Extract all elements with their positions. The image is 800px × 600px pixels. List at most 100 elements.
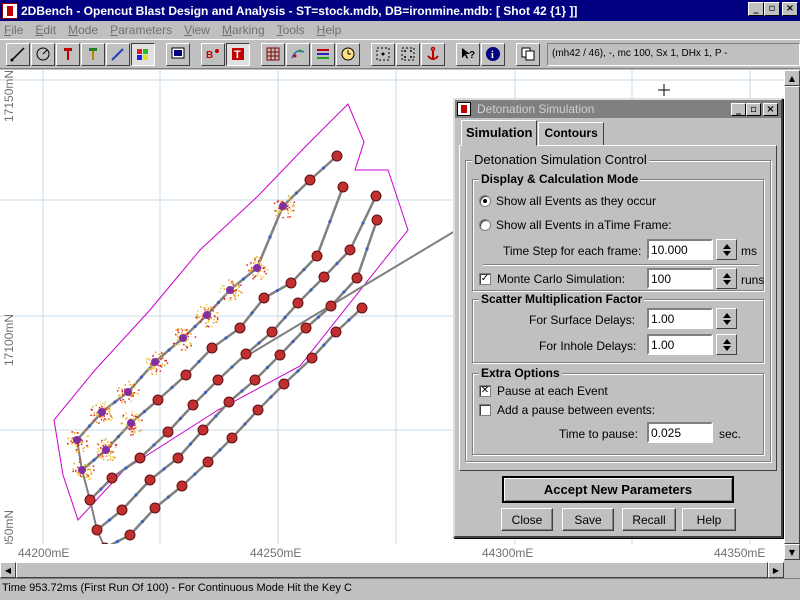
blast-hole[interactable] — [370, 190, 382, 202]
time-step-input[interactable]: 10.000 — [647, 239, 713, 260]
blast-hole[interactable] — [234, 322, 246, 334]
blast-hole[interactable] — [337, 181, 349, 193]
monte-carlo-checkbox[interactable]: ✓ — [479, 273, 491, 285]
blast-hole[interactable] — [266, 326, 278, 338]
blast-hole[interactable] — [351, 272, 363, 284]
clock-icon[interactable] — [336, 42, 360, 66]
radio-time-frame[interactable] — [479, 219, 491, 231]
blast-hole[interactable] — [106, 472, 118, 484]
blast-hole[interactable] — [149, 502, 161, 514]
surface-delays-input[interactable]: 1.00 — [647, 308, 713, 329]
edit-line-icon[interactable] — [106, 42, 130, 66]
blast-hole[interactable] — [300, 322, 312, 334]
select-icon[interactable] — [371, 42, 395, 66]
screen-icon[interactable] — [166, 42, 190, 66]
circle-tool-icon[interactable] — [31, 42, 55, 66]
blast-hole[interactable] — [278, 378, 290, 390]
dialog-minimize-button[interactable]: _ — [731, 103, 746, 116]
blast-hole[interactable] — [311, 250, 323, 262]
line-tool-icon[interactable] — [6, 42, 30, 66]
horizontal-scroll-thumb[interactable] — [16, 562, 768, 578]
blast-hole[interactable] — [180, 369, 192, 381]
blast-hole[interactable] — [176, 480, 188, 492]
horizontal-scrollbar[interactable]: ◀ ▶ — [0, 562, 784, 578]
blast-hole[interactable] — [258, 292, 270, 304]
scroll-down-arrow-icon[interactable]: ▼ — [784, 544, 800, 560]
dialog-app-icon[interactable] — [457, 102, 471, 116]
pause-between-checkbox[interactable] — [479, 404, 491, 416]
blast-hole[interactable] — [162, 426, 174, 438]
blast-hole[interactable] — [285, 277, 297, 289]
surface-delays-spinner[interactable] — [716, 308, 737, 329]
blast-hole[interactable] — [344, 244, 356, 256]
blast-hole[interactable] — [325, 300, 337, 312]
scroll-up-arrow-icon[interactable]: ▲ — [784, 70, 800, 86]
copy-icon[interactable] — [516, 42, 540, 66]
green-pin-icon[interactable] — [81, 42, 105, 66]
anchor-icon[interactable] — [421, 42, 445, 66]
blast-hole[interactable] — [187, 399, 199, 411]
grid-icon[interactable] — [261, 42, 285, 66]
scatter-icon[interactable] — [286, 42, 310, 66]
pause-event-checkbox[interactable]: ✕ — [479, 385, 491, 397]
vertical-scroll-thumb[interactable] — [784, 86, 800, 544]
blast-hole[interactable] — [331, 150, 343, 162]
help-pointer-icon[interactable]: ? — [456, 42, 480, 66]
blast-hole[interactable] — [124, 529, 136, 541]
blast-hole[interactable] — [252, 404, 264, 416]
radio-time-frame-row[interactable]: Show all Events in aTime Frame: — [479, 218, 672, 232]
t-tool-icon[interactable]: T — [226, 42, 250, 66]
menu-tools[interactable]: Tools — [277, 23, 305, 37]
maximize-button[interactable]: ▫ — [764, 2, 780, 16]
chart-icon[interactable] — [311, 42, 335, 66]
blast-hole[interactable] — [206, 342, 218, 354]
blast-hole[interactable] — [197, 424, 209, 436]
bp-icon[interactable]: B — [201, 42, 225, 66]
blast-hole[interactable] — [356, 302, 368, 314]
pause-between-row[interactable]: Add a pause between events: — [479, 403, 655, 417]
close-dialog-button[interactable]: Close — [501, 508, 553, 531]
blast-hole[interactable] — [212, 374, 224, 386]
tab-simulation[interactable]: Simulation — [461, 120, 538, 146]
menu-marking[interactable]: Marking — [222, 23, 265, 37]
blast-hole[interactable] — [202, 456, 214, 468]
blast-hole[interactable] — [226, 432, 238, 444]
blast-hole[interactable] — [116, 504, 128, 516]
blast-hole[interactable] — [330, 326, 342, 338]
blast-hole[interactable] — [249, 374, 261, 386]
info-icon[interactable]: i — [481, 42, 505, 66]
blast-hole[interactable] — [223, 396, 235, 408]
menu-file[interactable]: File — [4, 23, 23, 37]
monte-carlo-row[interactable]: ✓ Monte Carlo Simulation: — [479, 272, 625, 286]
blast-hole[interactable] — [371, 214, 383, 226]
monte-carlo-input[interactable]: 100 — [647, 268, 713, 289]
palette-icon[interactable] — [131, 42, 155, 66]
close-button[interactable]: × — [782, 2, 798, 16]
recall-button[interactable]: Recall — [622, 508, 676, 531]
select-all-icon[interactable] — [396, 42, 420, 66]
radio-show-all[interactable] — [479, 195, 491, 207]
minimize-button[interactable]: _ — [748, 2, 764, 16]
monte-carlo-spinner[interactable] — [716, 268, 737, 289]
pause-time-input[interactable]: 0.025 — [647, 422, 713, 443]
radio-show-all-row[interactable]: Show all Events as they occur — [479, 194, 656, 208]
menu-view[interactable]: View — [184, 23, 210, 37]
accept-parameters-button[interactable]: Accept New Parameters — [502, 476, 734, 503]
red-pin-icon[interactable] — [56, 42, 80, 66]
menu-edit[interactable]: Edit — [35, 23, 56, 37]
vertical-scrollbar[interactable]: ▲ ▼ — [784, 70, 800, 560]
blast-hole[interactable] — [304, 174, 316, 186]
menu-help[interactable]: Help — [317, 23, 342, 37]
help-button[interactable]: Help — [682, 508, 736, 531]
inhole-delays-spinner[interactable] — [716, 334, 737, 355]
blast-hole[interactable] — [318, 271, 330, 283]
dialog-maximize-button[interactable]: ▫ — [746, 103, 761, 116]
scroll-right-arrow-icon[interactable]: ▶ — [768, 562, 784, 578]
menu-parameters[interactable]: Parameters — [110, 23, 172, 37]
blast-hole[interactable] — [274, 349, 286, 361]
inhole-delays-input[interactable]: 1.00 — [647, 334, 713, 355]
pause-event-row[interactable]: ✕ Pause at each Event — [479, 384, 608, 398]
blast-hole[interactable] — [292, 297, 304, 309]
tab-contours[interactable]: Contours — [538, 122, 604, 146]
dialog-close-button[interactable]: × — [763, 103, 778, 116]
